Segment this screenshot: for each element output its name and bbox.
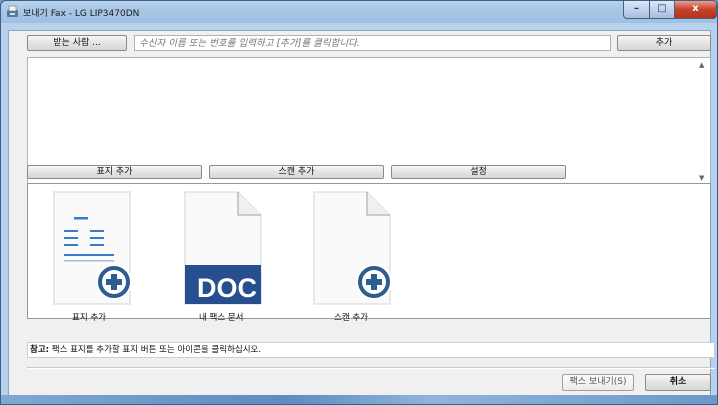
tile-add-cover[interactable]: 표지 추가	[52, 190, 142, 323]
maximize-button[interactable]: □	[649, 1, 675, 19]
tile-label-add-cover: 표지 추가	[72, 313, 106, 323]
doc-badge: DOC	[197, 273, 257, 303]
tile-add-scan[interactable]: 스캔 추가	[312, 190, 402, 323]
window-bottom-edge	[1, 395, 717, 404]
recipient-input[interactable]	[134, 35, 611, 51]
note-text: 팩스 표지를 추가할 표지 버튼 또는 아이콘을 클릭하십시오.	[49, 345, 262, 355]
note-prefix: 참고:	[30, 345, 50, 355]
cover-page-add-icon	[53, 191, 132, 305]
recipient-picker-button[interactable]: 받는 사람 ...	[27, 35, 127, 51]
tile-my-fax-document[interactable]: DOC 내 팩스 문서	[183, 190, 273, 323]
footer-separator	[27, 367, 715, 369]
add-recipient-button[interactable]: 추가	[617, 35, 711, 51]
fax-app-icon	[7, 5, 18, 17]
scroll-up-icon[interactable]: ▲	[699, 61, 704, 69]
add-scan-button[interactable]: 스캔 추가	[209, 165, 384, 179]
title-bar[interactable]: 보내기 Fax - LG LIP3470DN – □ x	[1, 1, 717, 23]
note-bar: 참고: 팩스 표지를 추가할 표지 버튼 또는 아이콘을 클릭하십시오.	[27, 342, 715, 358]
recipient-list-scrollbar[interactable]: ▲ ▼	[695, 58, 710, 185]
close-button[interactable]: x	[674, 1, 717, 19]
minimize-button[interactable]: –	[623, 1, 650, 19]
send-fax-button[interactable]: 팩스 보내기(S)	[562, 374, 634, 391]
tile-label-my-fax-document: 내 팩스 문서	[199, 313, 244, 323]
settings-button[interactable]: 설정	[391, 165, 566, 179]
window-title: 보내기 Fax - LG LIP3470DN	[23, 9, 140, 19]
dialog-body: 받는 사람 ... 추가 ▲ ▼ 표지 추가 스캔 추가 설정	[8, 30, 715, 396]
cancel-button[interactable]: 취소	[645, 374, 711, 391]
fax-documents-area: 표지 추가 DOC 내 팩스 문서 스캔 추가	[27, 183, 711, 323]
scroll-down-icon[interactable]: ▼	[699, 174, 704, 182]
scan-page-add-icon	[313, 191, 392, 305]
tile-label-add-scan: 스캔 추가	[334, 313, 368, 323]
fax-send-window: 보내기 Fax - LG LIP3470DN – □ x 받는 사람 ... 추…	[0, 0, 718, 405]
add-cover-button[interactable]: 표지 추가	[27, 165, 202, 179]
